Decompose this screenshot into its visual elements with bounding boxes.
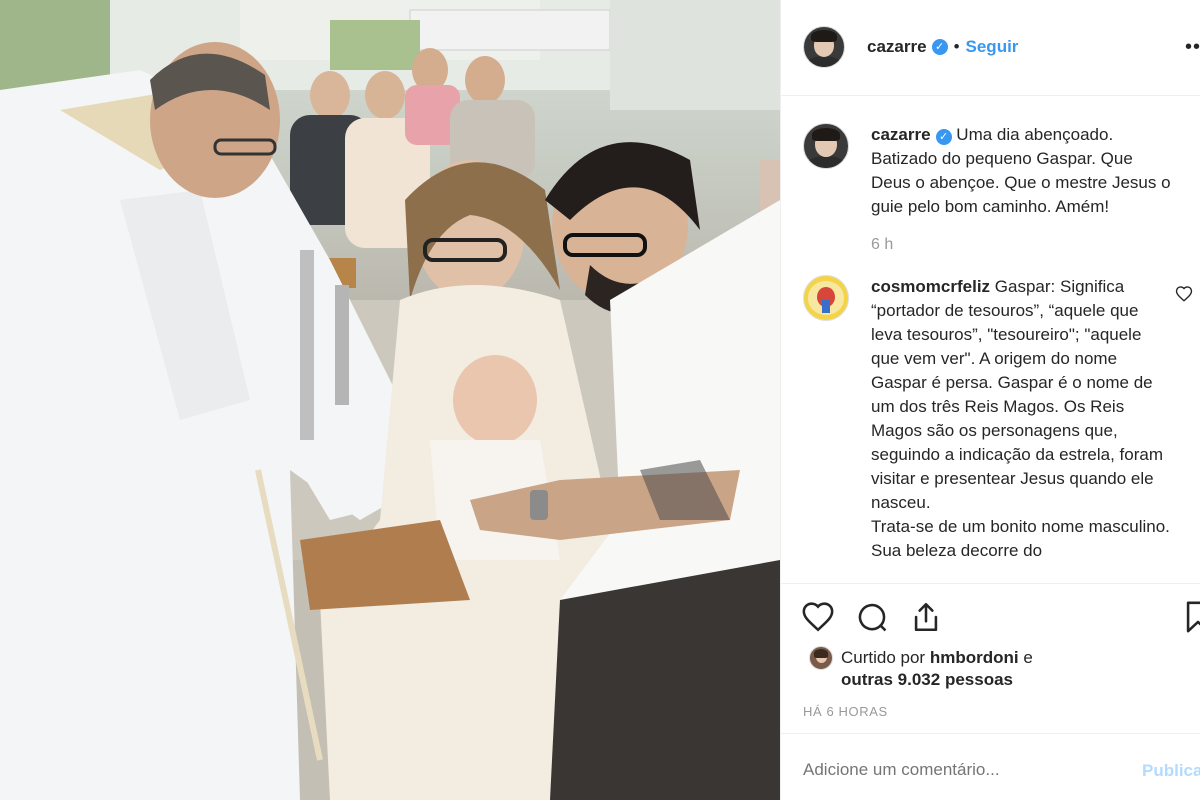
caption-time[interactable]: 6 h [871, 233, 1171, 257]
liked-by-conj: e [1023, 648, 1033, 667]
comment-text-continued: Trata-se de um bonito nome masculino. Su… [871, 517, 1170, 560]
verified-badge-icon: ✓ [935, 129, 952, 145]
caption-body: cazarre ✓ Uma dia abençoado. Batizado do … [871, 123, 1171, 257]
comment-body: cosmomcrfeliz Gaspar: Significa “portado… [871, 275, 1171, 563]
author-username[interactable]: cazarre [867, 37, 927, 57]
author-avatar[interactable] [803, 26, 845, 68]
author-info: cazarre ✓ • Seguir [867, 37, 1018, 57]
publish-button[interactable]: Publicar [1142, 761, 1200, 781]
liked-by: Curtido por hmbordoni e [809, 646, 1033, 670]
more-options-icon[interactable]: ••• [1185, 36, 1200, 59]
heart-icon[interactable] [801, 600, 835, 634]
photo-illustration [0, 0, 780, 800]
commenter-username[interactable]: cosmomcrfeliz [871, 277, 990, 296]
verified-badge-icon: ✓ [931, 39, 948, 55]
comment-input[interactable] [803, 760, 1123, 780]
comment-text: Gaspar: Significa “portador de tesouros”… [871, 277, 1164, 512]
post-timestamp[interactable]: HÁ 6 HORAS [803, 704, 888, 719]
comment-bubble-icon[interactable] [855, 600, 889, 634]
share-icon[interactable] [909, 600, 943, 634]
separator-dot: • [953, 37, 960, 56]
likes-count[interactable]: outras 9.032 pessoas [841, 670, 1013, 690]
follow-button[interactable]: Seguir [966, 37, 1019, 57]
liker-avatar[interactable] [809, 646, 833, 670]
commenter-avatar[interactable] [803, 275, 849, 321]
post-photo[interactable] [0, 0, 780, 800]
post-actions: Curtido por hmbordoni e outras 9.032 pes… [781, 583, 1200, 733]
caption-avatar[interactable] [803, 123, 849, 169]
liked-by-prefix: Curtido por [841, 648, 926, 667]
comments-list[interactable]: cazarre ✓ Uma dia abençoado. Batizado do … [781, 97, 1200, 583]
bookmark-icon[interactable] [1181, 600, 1200, 634]
add-comment-bar: Publicar [781, 733, 1200, 800]
caption-username[interactable]: cazarre [871, 125, 931, 144]
post-sidebar: cazarre ✓ • Seguir ••• cazarre✓ Uma dia … [780, 0, 1200, 800]
small-heart-icon[interactable] [1175, 285, 1193, 303]
post-header: cazarre ✓ • Seguir ••• [781, 0, 1200, 96]
liker-username[interactable]: hmbordoni [930, 648, 1019, 668]
